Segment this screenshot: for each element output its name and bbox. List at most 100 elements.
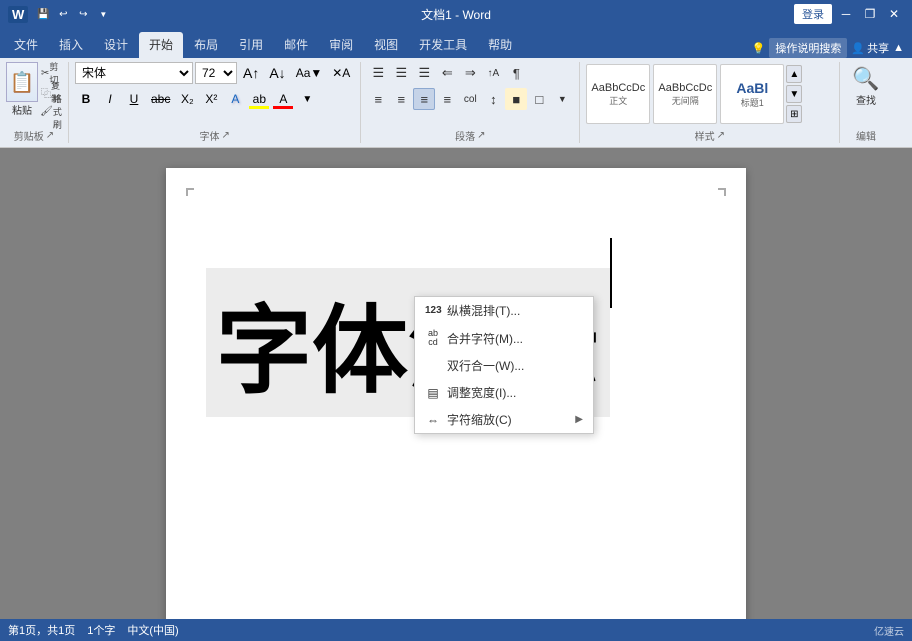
italic-btn[interactable]: I	[99, 88, 121, 110]
tab-layout[interactable]: 布局	[184, 32, 228, 58]
font-group: 宋体 72 A↑ A↓ Aa▼ ✕A B I U abc X₂ X² A ab	[69, 62, 361, 143]
menu-item-adjust-width[interactable]: ▤ 调整宽度(I)...	[415, 379, 593, 406]
styles-expand-icon[interactable]: ↗	[717, 130, 725, 141]
style-heading1[interactable]: AaBl 标题1	[720, 64, 784, 124]
line-spacing-btn[interactable]: ↕	[482, 88, 504, 110]
style-normal[interactable]: AaBbCcDc 正文	[586, 64, 650, 124]
combine-chars-icon: abcd	[425, 329, 441, 347]
status-right: 亿速云	[874, 623, 904, 638]
grow-font-btn[interactable]: A↑	[239, 62, 263, 84]
subscript-btn[interactable]: X₂	[176, 88, 198, 110]
lightbulb-icon: 💡	[752, 42, 766, 55]
dropdown-menu: 123 纵横混排(T)... abcd 合并字符(M)... 双行合一(W)..…	[414, 296, 594, 434]
tab-file[interactable]: 文件	[4, 32, 48, 58]
font-expand-icon[interactable]: ↗	[221, 130, 229, 141]
format-painter-btn[interactable]: 🖌 格式刷	[40, 102, 62, 120]
col-btn[interactable]: col	[459, 88, 481, 110]
word-count: 1个字	[87, 622, 115, 638]
share-label[interactable]: 👤 共享	[851, 40, 889, 56]
bullets-btn[interactable]: ☰	[367, 62, 389, 84]
clear-format-btn[interactable]: ✕A	[328, 62, 354, 84]
menu-item-char-scale[interactable]: ⇔ 字符缩放(C) ▶	[415, 406, 593, 433]
border-btn[interactable]: □	[528, 88, 550, 110]
minimize-button[interactable]: ─	[836, 4, 856, 24]
menu-item-vertical-text[interactable]: 123 纵横混排(T)...	[415, 297, 593, 324]
numbering-btn[interactable]: ☰	[390, 62, 412, 84]
title-right: 登录 ─ ❐ ✕	[794, 4, 904, 24]
tab-help[interactable]: 帮助	[478, 32, 522, 58]
style-no-space[interactable]: AaBbCcDc 无间隔	[653, 64, 717, 124]
decrease-indent-btn[interactable]: ⇐	[436, 62, 458, 84]
show-marks-btn[interactable]: ¶	[505, 62, 527, 84]
share-icon: 👤	[851, 42, 865, 55]
editing-group: 🔍 查找 编辑	[840, 62, 891, 143]
find-btn[interactable]: 🔍 查找	[846, 62, 885, 111]
styles-scroll-down[interactable]: ▼	[786, 85, 802, 103]
increase-indent-btn[interactable]: ⇒	[459, 62, 481, 84]
para-label: 段落 ↗	[367, 126, 573, 143]
font-size-select[interactable]: 72	[195, 62, 237, 84]
tab-developer[interactable]: 开发工具	[409, 32, 477, 58]
styles-gallery: AaBbCcDc 正文 AaBbCcDc 无间隔 AaBl 标题1	[586, 64, 784, 124]
font-row-btn-more[interactable]: ▼	[296, 88, 318, 110]
login-button[interactable]: 登录	[794, 4, 832, 24]
highlight-btn[interactable]: ab	[248, 88, 270, 110]
styles-scroll-up[interactable]: ▲	[786, 65, 802, 83]
font-row-1: 宋体 72 A↑ A↓ Aa▼ ✕A	[75, 62, 354, 84]
search-icon: 🔍	[852, 66, 879, 92]
tab-view[interactable]: 视图	[364, 32, 408, 58]
undo-qa-btn[interactable]: ↩	[54, 5, 72, 23]
align-right-btn[interactable]: ≡	[413, 88, 435, 110]
clipboard-small-btns: ✂ 剪切 ⿻ 复制 🖌 格式刷	[40, 64, 62, 120]
para-row-1: ☰ ☰ ☰ ⇐ ⇒ ↑A ¶	[367, 62, 527, 84]
justify-btn[interactable]: ≡	[436, 88, 458, 110]
font-row-2: B I U abc X₂ X² A ab A ▼	[75, 88, 318, 110]
text-effects-btn[interactable]: A	[224, 88, 246, 110]
search-help-input[interactable]: 操作说明搜索	[769, 38, 847, 58]
shading-btn[interactable]: ■	[505, 88, 527, 110]
tab-insert[interactable]: 插入	[49, 32, 93, 58]
status-bar: 第1页，共1页 1个字 中文(中国) 亿速云	[0, 619, 912, 641]
styles-group: AaBbCcDc 正文 AaBbCcDc 无间隔 AaBl 标题1 ▲ ▼ ⊞ …	[580, 62, 840, 143]
font-name-select[interactable]: 宋体	[75, 62, 193, 84]
menu-item-combine-chars[interactable]: abcd 合并字符(M)...	[415, 324, 593, 352]
title-center: 文档1 - Word	[421, 6, 491, 23]
border-drop-btn[interactable]: ▼	[551, 88, 573, 110]
align-center-btn[interactable]: ≡	[390, 88, 412, 110]
sort-btn[interactable]: ↑A	[482, 62, 504, 84]
para-row-2: ≡ ≡ ≡ ≡ col ↕ ■ □ ▼	[367, 88, 573, 110]
redo-qa-btn[interactable]: ↪	[74, 5, 92, 23]
window-title: 文档1 - Word	[421, 8, 491, 22]
tab-review[interactable]: 审阅	[319, 32, 363, 58]
multilevel-btn[interactable]: ☰	[413, 62, 435, 84]
save-qa-btn[interactable]: 💾	[34, 5, 52, 23]
paste-icon: 📋	[6, 62, 38, 102]
document-area[interactable]: 字体演示 123 纵横混排(T)... abcd 合并字符(M)... 双行合一…	[0, 148, 912, 619]
tab-home[interactable]: 开始	[139, 32, 183, 58]
tab-references[interactable]: 引用	[229, 32, 273, 58]
tab-design[interactable]: 设计	[94, 32, 138, 58]
close-button[interactable]: ✕	[884, 4, 904, 24]
page-info: 第1页，共1页	[8, 622, 75, 638]
paste-btn[interactable]: 📋 粘贴	[6, 62, 38, 117]
shrink-font-btn[interactable]: A↓	[265, 62, 289, 84]
font-label: 字体 ↗	[75, 126, 354, 143]
font-color-btn[interactable]: A	[272, 88, 294, 110]
customize-qa-btn[interactable]: ▼	[94, 5, 112, 23]
align-left-btn[interactable]: ≡	[367, 88, 389, 110]
change-case-btn[interactable]: Aa▼	[292, 62, 327, 84]
underline-btn[interactable]: U	[123, 88, 145, 110]
para-expand-icon[interactable]: ↗	[477, 130, 485, 141]
submenu-arrow-icon: ▶	[575, 414, 583, 425]
styles-expand-btn[interactable]: ⊞	[786, 105, 802, 123]
tab-mailings[interactable]: 邮件	[274, 32, 318, 58]
bold-btn[interactable]: B	[75, 88, 97, 110]
collapse-ribbon-btn[interactable]: ▲	[893, 42, 904, 54]
word-icon: W	[8, 6, 28, 23]
strikethrough-btn[interactable]: abc	[147, 88, 174, 110]
superscript-btn[interactable]: X²	[200, 88, 222, 110]
clipboard-expand-icon[interactable]: ↗	[46, 130, 54, 141]
restore-button[interactable]: ❐	[860, 4, 880, 24]
lang-indicator[interactable]: 中文(中国)	[127, 622, 178, 638]
menu-item-double-row[interactable]: 双行合一(W)...	[415, 352, 593, 379]
